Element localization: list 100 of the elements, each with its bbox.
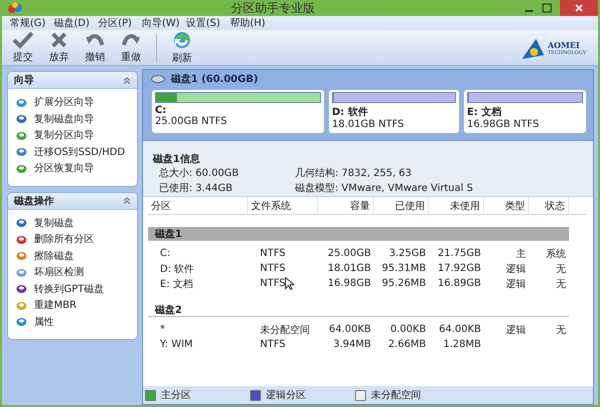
table-cell: 17.92GB [438, 263, 481, 274]
table-cell-text: 无 [556, 324, 566, 336]
column-header[interactable]: 容量 [318, 197, 374, 214]
menu-item[interactable]: 分区(P) [95, 16, 139, 30]
toolbar-button[interactable]: 提交 [8, 31, 38, 64]
legend-label: 逻辑分区 [266, 388, 306, 402]
table-cell: 64.00KB [328, 324, 371, 335]
disk-icon [16, 113, 27, 124]
close-button[interactable] [560, 0, 598, 16]
table-cell: NTFS [260, 263, 286, 274]
table-cell: 1.28MB [443, 339, 481, 350]
disk-icon [16, 162, 27, 174]
disk-icon [16, 283, 27, 294]
disk-icon [16, 266, 27, 278]
disk-group-header[interactable]: 磁盘2 [148, 303, 569, 317]
partition-card[interactable]: C: 25.00GB NTFS [151, 89, 325, 134]
collapse-chevron-icon[interactable] [123, 197, 131, 204]
table-cell: 25.00GB [328, 248, 371, 259]
menu-item[interactable]: 向导(W) [139, 16, 183, 30]
disk-icon [16, 250, 27, 262]
info-field: 总大小: 60.00GB [159, 166, 295, 180]
sidebar-item[interactable]: 重建MBR [34, 298, 76, 312]
sidebar-item[interactable]: 转换到GPT磁盘 [34, 282, 104, 296]
sidebar-item[interactable]: 删除所有分区 [34, 232, 94, 246]
column-header[interactable]: 类型 [484, 197, 529, 214]
column-header[interactable]: 未使用 [429, 197, 484, 214]
panel-title: 磁盘操作 [14, 194, 54, 208]
partition-name: E: 文档 [467, 106, 502, 119]
table-cell-text: 无 [556, 278, 566, 290]
partition-card[interactable]: E: 文档 16.98GB NTFS [463, 89, 587, 134]
column-header[interactable]: 分区 [148, 197, 248, 214]
table-cell: NTFS [260, 339, 286, 350]
menu-item[interactable]: 帮助(H) [227, 16, 271, 30]
sidebar-item[interactable]: 迁移OS到SSD/HDD [34, 144, 125, 159]
column-header[interactable]: 文件系统 [248, 197, 318, 214]
sidebar-item[interactable]: 属性 [34, 314, 54, 329]
close-icon [575, 4, 583, 12]
table-cell: 2.66MB [388, 339, 426, 350]
legend-label: 主分区 [161, 388, 191, 402]
column-header[interactable]: 状态 [529, 197, 569, 214]
info-field: 磁盘模型: VMware, VMware Virtual S [295, 181, 583, 195]
table-cell: 21.75GB [438, 248, 481, 259]
table-cell: * [160, 324, 165, 335]
sidebar-item[interactable]: 扩展分区向导 [34, 95, 94, 110]
table-cell: 18.01GB [328, 263, 371, 274]
disk-title: 磁盘1 (60.00GB) [171, 72, 258, 86]
info-field: 几何结构: 7832, 255, 63 [295, 166, 583, 180]
partition-card[interactable]: D: 软件 18.01GB NTFS [328, 89, 460, 134]
disk-icon [16, 300, 27, 311]
sidebar-item[interactable]: 复制分区向导 [34, 128, 94, 142]
partition-detail: 16.98GB NTFS [467, 119, 540, 130]
info-field: 已使用: 3.44GB [159, 181, 295, 195]
partition-name: D: 软件 [332, 106, 369, 119]
table-cell: 64.00KB [438, 324, 481, 335]
menu-item[interactable]: 设置(S) [183, 16, 227, 30]
table-cell: 95.26MB [382, 278, 426, 289]
table-cell-text: 系统 [546, 248, 566, 260]
table-cell-text: 无 [556, 262, 566, 276]
brand-name: AOMEI [548, 40, 581, 50]
sidebar-item[interactable]: 分区恢复向导 [34, 161, 94, 176]
toolbar-button[interactable]: 放弃 [44, 31, 74, 64]
refresh-icon [172, 30, 192, 50]
partition-name: C: [155, 105, 168, 116]
table-cell-text: D: 软件 [160, 262, 194, 276]
table-cell: 16.89GB [438, 278, 481, 289]
table-cell: NTFS [260, 278, 286, 289]
partition-detail: 18.01GB NTFS [332, 119, 405, 130]
table-cell-text: 未分配空间 [260, 324, 310, 336]
table-cell: 16.98GB [328, 278, 371, 289]
check-icon [12, 31, 34, 49]
sidebar-item[interactable]: 复制磁盘 [34, 216, 74, 230]
sidebar-item[interactable]: 坏扇区检测 [34, 265, 84, 280]
toolbar-button[interactable]: 重做 [116, 31, 146, 64]
info-title: 磁盘1信息 [153, 152, 201, 166]
collapse-chevron-icon[interactable] [123, 76, 131, 84]
table-cell: 3.25GB [389, 248, 426, 259]
table-cell: 3.94MB [333, 339, 371, 350]
menu-item[interactable]: 常规(G) [7, 16, 51, 30]
disk-group-header[interactable]: 磁盘1 [148, 227, 569, 241]
sidebar-item[interactable]: 擦除磁盘 [34, 248, 74, 263]
toolbar-button[interactable]: 刷新 [167, 30, 197, 65]
panel-title: 向导 [14, 74, 34, 87]
table-cell-text: 主 [516, 248, 526, 260]
disk-icon [16, 146, 27, 158]
table-cell: NTFS [260, 248, 286, 259]
disk-icon [16, 316, 27, 328]
logo-icon [520, 36, 546, 58]
sidebar-item[interactable]: 复制磁盘向导 [34, 112, 94, 126]
column-header[interactable]: 已使用 [374, 197, 429, 214]
table-cell-text: 逻辑 [506, 278, 526, 290]
table-cell: C: [160, 248, 170, 259]
menu-item[interactable]: 磁盘(D) [51, 16, 95, 30]
maximize-icon[interactable] [542, 3, 552, 13]
disk-icon [16, 234, 27, 245]
table-cell-text: E: 文档 [160, 278, 193, 290]
app-logo-icon [8, 2, 22, 14]
disk-icon [16, 130, 27, 141]
table-cell: 0.00KB [390, 324, 426, 335]
toolbar-button[interactable]: 撤销 [80, 31, 110, 64]
table-cell-text: 逻辑 [506, 262, 526, 276]
